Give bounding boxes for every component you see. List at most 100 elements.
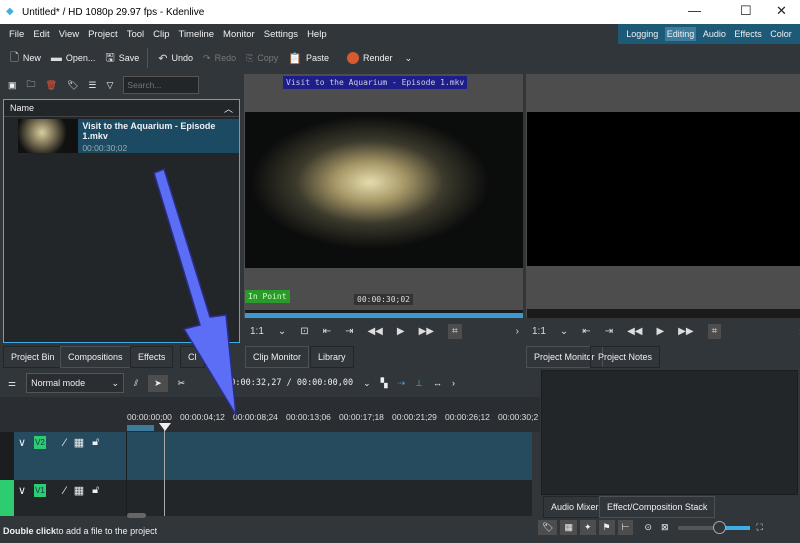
name-column-header[interactable]: Name xyxy=(10,103,34,113)
lock-icon[interactable]: 🔓︎ xyxy=(92,436,99,449)
maximize-button[interactable]: ☐ xyxy=(740,3,752,19)
workspace-logging[interactable]: Logging xyxy=(624,27,660,41)
collapse-icon[interactable]: ∨ xyxy=(18,436,26,449)
chevron-down-icon[interactable]: ⌄ xyxy=(363,378,371,389)
effects-icon[interactable]: ⁄ xyxy=(64,485,66,497)
composite-icon[interactable]: ▚ xyxy=(381,378,388,389)
film-icon[interactable]: ▦ xyxy=(560,520,577,535)
marker-icon[interactable]: ⊢ xyxy=(617,520,634,535)
menu-tool[interactable]: Tool xyxy=(127,29,144,40)
track-settings-icon[interactable]: ⚌ xyxy=(8,378,16,389)
overwrite-icon[interactable]: ⊥ xyxy=(415,378,423,389)
tag-icon[interactable]: 🏷 xyxy=(538,520,558,535)
paste-label: Paste xyxy=(306,53,330,63)
undo-label: Undo xyxy=(171,53,194,63)
play-icon[interactable]: ▶ xyxy=(656,326,664,337)
ruler-label: 00:00:21;29 xyxy=(392,412,437,422)
set-in-icon[interactable]: ⇤ xyxy=(323,326,331,337)
crop-icon[interactable]: ⌗ xyxy=(447,323,462,339)
list-view-icon[interactable]: ☰ xyxy=(88,80,96,91)
film-icon[interactable]: ▦ xyxy=(74,436,84,449)
bin-search-input[interactable] xyxy=(123,76,200,94)
chevron-down-icon[interactable]: ⌄ xyxy=(278,326,286,337)
workspace-effects[interactable]: Effects xyxy=(732,27,763,41)
more-icon[interactable]: › xyxy=(516,326,519,337)
menu-settings[interactable]: Settings xyxy=(264,29,298,40)
menu-timeline[interactable]: Timeline xyxy=(179,29,215,40)
audio-icon[interactable]: ✦ xyxy=(579,520,596,535)
spacer-tool-icon[interactable]: ⫽ xyxy=(134,378,138,389)
forward-icon[interactable]: ▶▶ xyxy=(678,326,693,337)
filter-icon[interactable]: ▽ xyxy=(106,80,113,91)
tab-library[interactable]: Library xyxy=(310,346,354,368)
timeline-toolbar: ⚌ Normal mode ⌄ ⫽ ➤ ✂ 00:00:32,27 / 00:00… xyxy=(0,369,540,397)
insert-icon[interactable]: ⇢ xyxy=(398,378,406,389)
ruler-label: 00:00:13;06 xyxy=(286,412,331,422)
forward-icon[interactable]: ▶▶ xyxy=(419,326,434,337)
rewind-icon[interactable]: ◀◀ xyxy=(367,326,382,337)
menu-edit[interactable]: Edit xyxy=(33,29,49,40)
minimize-button[interactable]: — xyxy=(688,3,701,18)
extract-icon[interactable]: ↔ xyxy=(433,378,442,388)
new-button[interactable]: 🗋 New xyxy=(10,49,41,68)
chevron-down-icon: ⌄ xyxy=(404,52,413,63)
tab-compositions[interactable]: Compositions xyxy=(60,346,131,368)
menu-help[interactable]: Help xyxy=(307,29,327,40)
copy-button[interactable]: ⎘ Copy xyxy=(246,53,278,64)
lock-icon[interactable]: 🔓︎ xyxy=(92,484,99,497)
flag-icon[interactable]: ⚑ xyxy=(598,520,615,535)
project-ruler[interactable] xyxy=(527,309,800,318)
zoom-fit-icon[interactable]: ⊙ xyxy=(644,522,652,533)
clip-ruler[interactable] xyxy=(245,310,523,318)
clip-thumbnail xyxy=(18,119,79,153)
clip-monitor-controls: 1:1 ⌄ ⊡ ⇤ ⇥ ◀◀ ▶ ▶▶ ⌗ › xyxy=(250,318,522,344)
tab-project-notes[interactable]: Project Notes xyxy=(590,346,661,368)
clip-name: Visit to the Aquarium - Episode 1.mkv xyxy=(82,121,216,141)
menu-clip[interactable]: Clip xyxy=(153,29,169,40)
delete-icon[interactable]: 🗑 xyxy=(46,80,57,91)
chevron-down-icon[interactable]: ⌄ xyxy=(560,326,568,337)
add-folder-icon[interactable]: 🗀 xyxy=(27,77,36,93)
menu-monitor[interactable]: Monitor xyxy=(223,29,255,40)
play-icon[interactable]: ▶ xyxy=(397,326,405,337)
zoom-slider-handle[interactable] xyxy=(712,520,726,534)
zoom-out-icon[interactable]: ⊠ xyxy=(661,522,669,533)
tag-icon[interactable]: 🏷 xyxy=(67,80,78,91)
save-button[interactable]: 🖫 Save xyxy=(105,49,139,68)
workspace-audio[interactable]: Audio xyxy=(701,27,728,41)
open-button[interactable]: ▬ Open... xyxy=(51,52,96,64)
fullscreen-icon[interactable]: ⊡ xyxy=(300,326,308,337)
undo-button[interactable]: ↶ Undo xyxy=(158,52,193,65)
redo-button[interactable]: ↷ Redo xyxy=(203,53,236,64)
set-out-icon[interactable]: ⇥ xyxy=(605,326,613,337)
playhead[interactable] xyxy=(164,424,165,516)
zoom-slider[interactable] xyxy=(677,520,750,534)
tab-audio-mixer[interactable]: Audio Mixer xyxy=(543,496,607,518)
film-icon[interactable]: ▦ xyxy=(74,484,84,497)
zone-marker[interactable] xyxy=(127,425,154,431)
paste-button[interactable]: 📋 Paste xyxy=(288,52,329,65)
crop-icon[interactable]: ⌗ xyxy=(707,323,722,339)
workspace-editing[interactable]: Editing xyxy=(664,27,697,41)
rewind-icon[interactable]: ◀◀ xyxy=(627,326,642,337)
menu-project[interactable]: Project xyxy=(88,29,118,40)
effects-icon[interactable]: ⁄ xyxy=(64,437,66,449)
menu-view[interactable]: View xyxy=(59,29,79,40)
menu-file[interactable]: File xyxy=(9,29,24,40)
zoom-in-icon[interactable]: ⛶ xyxy=(757,522,763,533)
workspace-color[interactable]: Color xyxy=(768,27,794,41)
track-v2-indicator xyxy=(0,432,14,480)
close-button[interactable]: ✕ xyxy=(776,3,787,19)
window-title: Untitled* / HD 1080p 29.97 fps - Kdenliv… xyxy=(22,6,205,18)
set-in-icon[interactable]: ⇤ xyxy=(582,326,590,337)
collapse-icon[interactable]: ∨ xyxy=(18,484,26,497)
render-button[interactable]: Render ⌄ xyxy=(347,52,412,64)
set-out-icon[interactable]: ⇥ xyxy=(345,326,353,337)
tab-project-bin[interactable]: Project Bin xyxy=(3,346,63,368)
project-zoom-select[interactable]: 1:1 xyxy=(532,326,546,337)
edit-mode-select[interactable]: Normal mode ⌄ xyxy=(26,373,125,393)
more-icon[interactable]: › xyxy=(452,378,455,388)
clip-item[interactable]: Visit to the Aquarium - Episode 1.mkv 00… xyxy=(18,119,239,153)
tab-effect-composition-stack[interactable]: Effect/Composition Stack xyxy=(599,496,716,518)
bin-menu-icon[interactable]: ▣ xyxy=(8,80,17,91)
